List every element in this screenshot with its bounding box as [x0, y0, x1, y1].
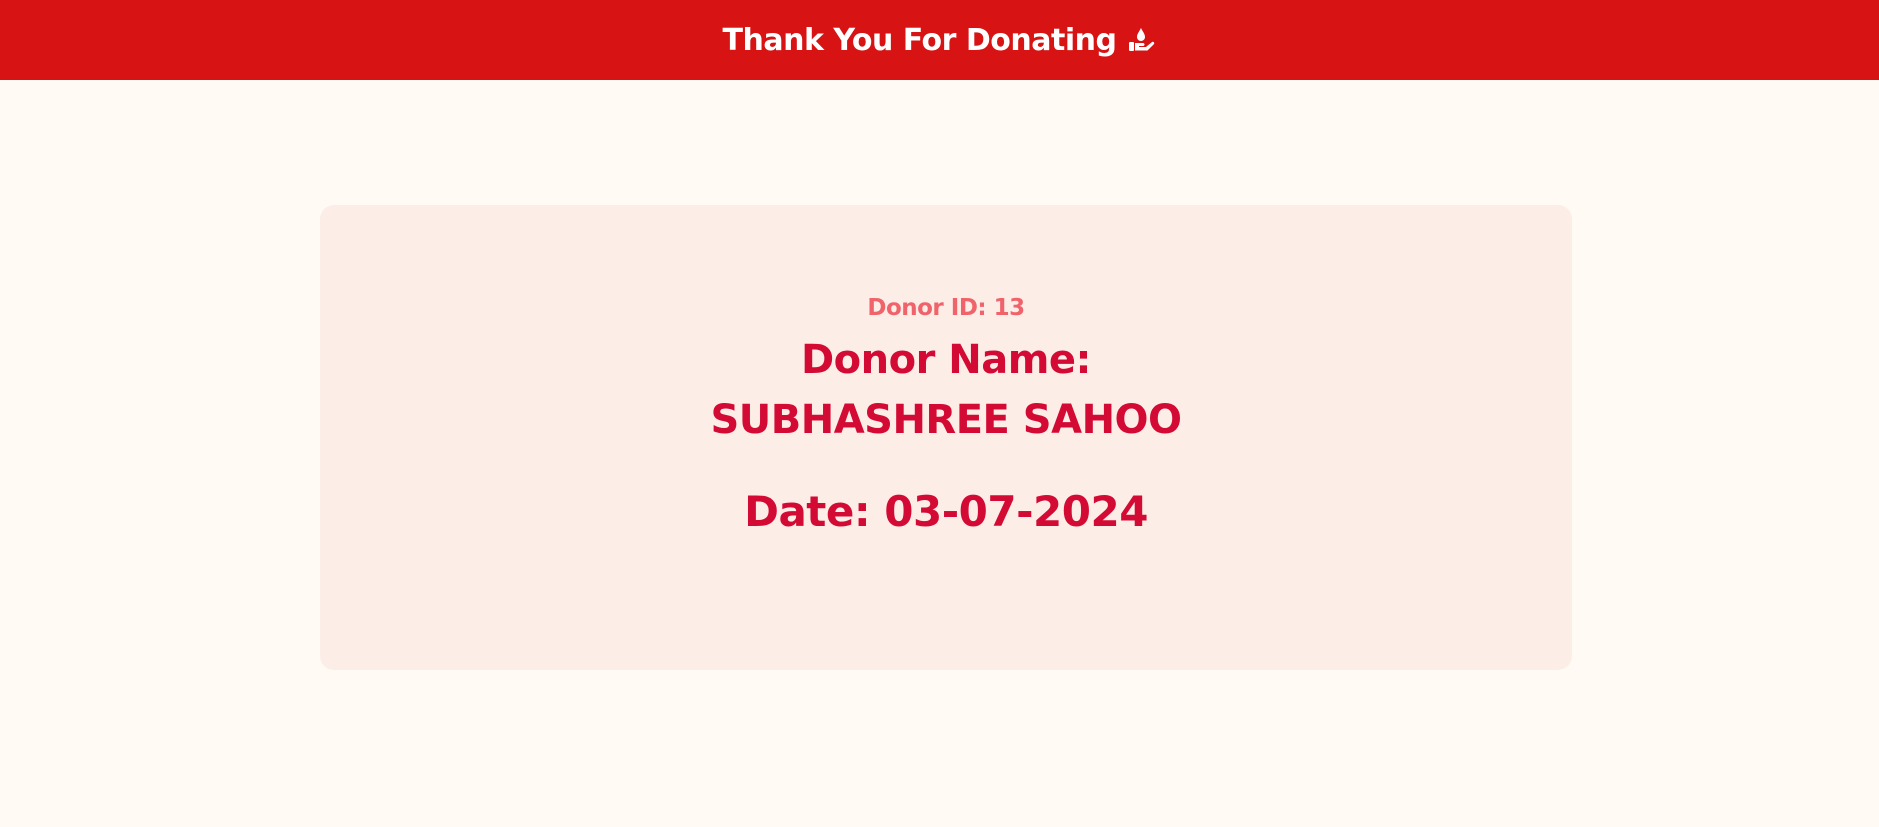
donation-date: Date: 03-07-2024 — [744, 487, 1148, 536]
donor-name: Donor Name: SUBHASHREE SAHOO — [710, 337, 1182, 443]
donor-id: Donor ID: 13 — [867, 295, 1025, 321]
page-header: Thank You For Donating — [0, 0, 1879, 80]
donation-card: Donor ID: 13 Donor Name: SUBHASHREE SAHO… — [320, 205, 1572, 670]
donation-hand-icon — [1126, 25, 1156, 55]
page-title: Thank You For Donating — [722, 22, 1117, 58]
